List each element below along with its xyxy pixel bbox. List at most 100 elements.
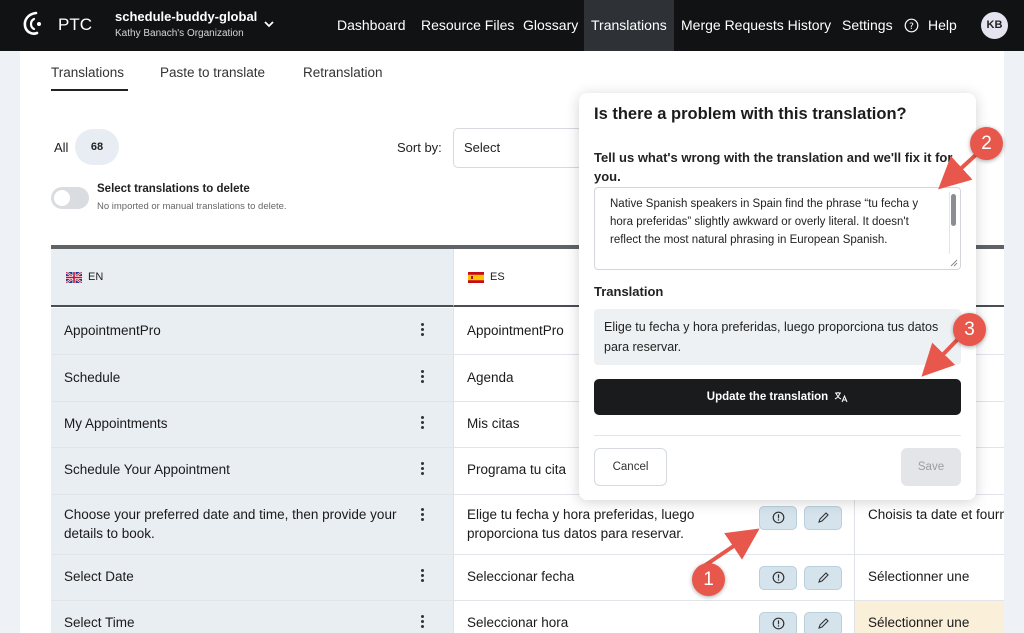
kebab-menu-icon[interactable] [415,462,429,478]
source-text: Schedule [64,370,121,385]
nav-settings[interactable]: Settings [835,0,900,51]
dialog-title: Is there a problem with this translation… [594,105,907,123]
source-cell: Select Time [51,601,453,633]
translation-cell[interactable]: Seleccionar hora [453,601,855,633]
tab-retranslation[interactable]: Retranslation [303,65,383,80]
delete-toggle-subtitle: No imported or manual translations to de… [97,201,287,212]
source-cell: My Appointments [51,402,453,447]
source-text: Select Date [64,569,134,584]
kebab-menu-icon[interactable] [415,323,429,339]
translation-text: Seleccionar hora [467,615,569,630]
nav-help[interactable]: Help [928,0,957,51]
count-badge[interactable]: 68 [75,129,119,165]
nav-resource-files[interactable]: Resource Files [414,0,521,51]
translation-text: Sélectionner une [868,569,970,584]
translation-text: Agenda [467,370,514,385]
translation-text: Elige tu fecha y hora preferidas, luego … [467,507,695,541]
delete-toggle[interactable] [51,187,89,209]
tab-translations[interactable]: Translations [51,65,124,80]
brand-name[interactable]: PTC [58,15,92,35]
table-row[interactable]: Choose your preferred date and time, the… [51,495,1004,555]
dialog-divider [594,435,961,436]
source-cell: Schedule [51,355,453,401]
update-button-label: Update the translation [706,391,829,403]
translation-cell[interactable]: Elige tu fecha y hora preferidas, luego … [453,495,855,554]
edit-pencil-icon [818,512,829,523]
translation-text: Programa tu cita [467,462,567,477]
sort-label: Sort by: [397,140,442,155]
toggle-knob [54,190,70,206]
edit-pencil-icon [818,572,829,583]
translation-cell[interactable]: Sélectionner une [854,601,1004,633]
report-issue-button[interactable] [759,612,797,633]
nav-translations[interactable]: Translations [584,0,674,51]
edit-pencil-icon [818,618,829,629]
source-cell: Choose your preferred date and time, the… [51,495,453,554]
svg-text:?: ? [909,22,914,32]
translation-text: Choisis ta date et fournis tes coord [868,507,1004,522]
edit-translation-button[interactable] [804,506,842,530]
help-circle-icon[interactable]: ? [904,18,919,33]
table-row[interactable]: Select Time Seleccionar hora Sélectionne… [51,601,1004,633]
report-issue-icon [772,617,785,630]
spain-flag-icon [468,272,484,283]
language-label: ES [490,271,505,283]
resize-grip-icon[interactable] [950,259,958,267]
translation-cell[interactable]: Seleccionar fecha [453,555,855,600]
annotation-callout-1: 1 [692,563,725,596]
delete-toggle-title: Select translations to delete [97,183,250,195]
source-text: Schedule Your Appointment [64,462,230,477]
table-row[interactable]: Select Date Seleccionar fecha Sélectionn… [51,555,1004,601]
source-text: My Appointments [64,416,168,431]
translation-text: AppointmentPro [467,323,564,338]
source-cell: Select Date [51,555,453,600]
report-issue-button[interactable] [759,566,797,590]
translate-icon [834,391,848,403]
chevron-down-icon[interactable] [262,17,276,31]
feedback-label: Tell us what's wrong with the translatio… [594,150,953,184]
report-issue-icon [772,571,785,584]
scrollbar-thumb[interactable] [951,194,956,226]
translation-text: Mis citas [467,416,520,431]
nav-merge-requests-history[interactable]: Merge Requests History [674,0,838,51]
translation-label: Translation [594,284,664,299]
feedback-text: Native Spanish speakers in Spain find th… [610,198,919,246]
kebab-menu-icon[interactable] [415,615,429,631]
organization-name: Kathy Banach's Organization [115,28,244,39]
edit-translation-button[interactable] [804,612,842,633]
update-translation-button[interactable]: Update the translation [594,379,961,415]
translation-cell[interactable]: Sélectionner une [854,555,1004,600]
avatar[interactable]: KB [981,12,1008,39]
cancel-button[interactable]: Cancel [594,448,667,486]
save-button[interactable]: Save [901,448,961,486]
annotation-callout-3: 3 [953,313,986,346]
nav-glossary[interactable]: Glossary [516,0,585,51]
feedback-textarea[interactable]: Native Spanish speakers in Spain find th… [594,187,961,270]
language-label: EN [88,271,104,283]
logo-icon[interactable] [22,11,46,37]
filter-all-label[interactable]: All [54,140,68,155]
kebab-menu-icon[interactable] [415,370,429,386]
nav-dashboard[interactable]: Dashboard [330,0,413,51]
kebab-menu-icon[interactable] [415,416,429,432]
uk-flag-icon [66,272,82,283]
edit-translation-button[interactable] [804,566,842,590]
source-text: AppointmentPro [64,323,161,338]
source-text: Choose your preferred date and time, the… [64,507,397,541]
project-name[interactable]: schedule-buddy-global [115,9,257,24]
tab-paste-to-translate[interactable]: Paste to translate [160,65,265,80]
top-navigation: PTC schedule-buddy-global Kathy Banach's… [0,0,1024,51]
translation-text: Seleccionar fecha [467,569,575,584]
column-header-en[interactable]: EN [51,249,453,307]
source-cell: Schedule Your Appointment [51,448,453,494]
report-issue-button[interactable] [759,506,797,530]
kebab-menu-icon[interactable] [415,569,429,585]
translation-cell[interactable]: Choisis ta date et fournis tes coord [854,495,1004,554]
source-cell: AppointmentPro [51,308,453,354]
active-tab-indicator [51,89,128,91]
translation-text: Sélectionner une [868,615,970,630]
report-issue-icon [772,511,785,524]
annotation-callout-2: 2 [970,127,1003,160]
kebab-menu-icon[interactable] [415,508,429,524]
translation-preview: Elige tu fecha y hora preferidas, luego … [594,309,961,365]
